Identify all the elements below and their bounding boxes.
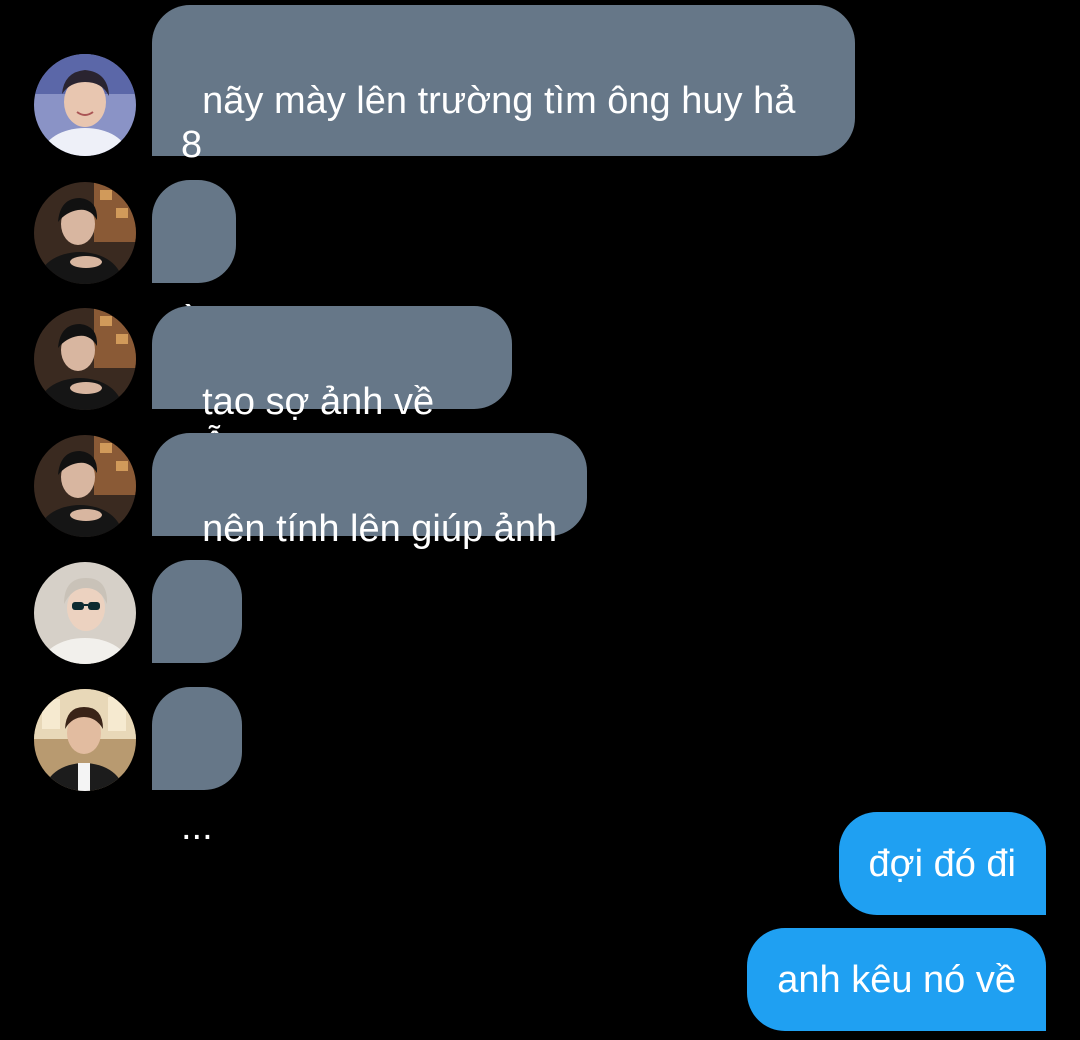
message-bubble-outgoing[interactable]: anh kêu nó về: [747, 928, 1046, 1031]
avatar-photo-icon: [34, 308, 136, 410]
message-bubble-incoming[interactable]: ừ: [152, 180, 236, 341]
message-text: ...: [181, 806, 213, 848]
message-bubble-incoming[interactable]: tao sợ ảnh về trễ: [152, 306, 512, 467]
message-bubble-incoming[interactable]: ...: [152, 560, 242, 721]
avatar-photo-icon: [34, 562, 136, 664]
message-text: anh kêu nó về: [777, 959, 1016, 1001]
avatar-boy-dark[interactable]: [34, 308, 136, 410]
avatar-photo-icon: [34, 182, 136, 284]
avatar-photo-icon: [34, 435, 136, 537]
avatar-photo-icon: [34, 689, 136, 791]
message-text: nên tính lên giúp ảnh: [202, 508, 558, 550]
message-text: đợi đó đi: [868, 843, 1016, 885]
message-bubble-outgoing[interactable]: đợi đó đi: [838, 812, 1046, 915]
avatar-boy-cafe[interactable]: [34, 689, 136, 791]
message-text: nãy mày lên trường tìm ông huy hả 8: [181, 80, 796, 166]
avatar-boy-smile[interactable]: [34, 54, 136, 156]
message-bubble-incoming[interactable]: nên tính lên giúp ảnh: [152, 433, 587, 550]
avatar-boy-dark[interactable]: [34, 435, 136, 537]
avatar-boy-sunglasses[interactable]: [34, 562, 136, 664]
avatar-photo-icon: [34, 54, 136, 156]
message-bubble-incoming[interactable]: ...: [152, 687, 242, 848]
avatar-boy-dark[interactable]: [34, 182, 136, 284]
message-bubble-incoming[interactable]: nãy mày lên trường tìm ông huy hả 8: [152, 5, 855, 166]
